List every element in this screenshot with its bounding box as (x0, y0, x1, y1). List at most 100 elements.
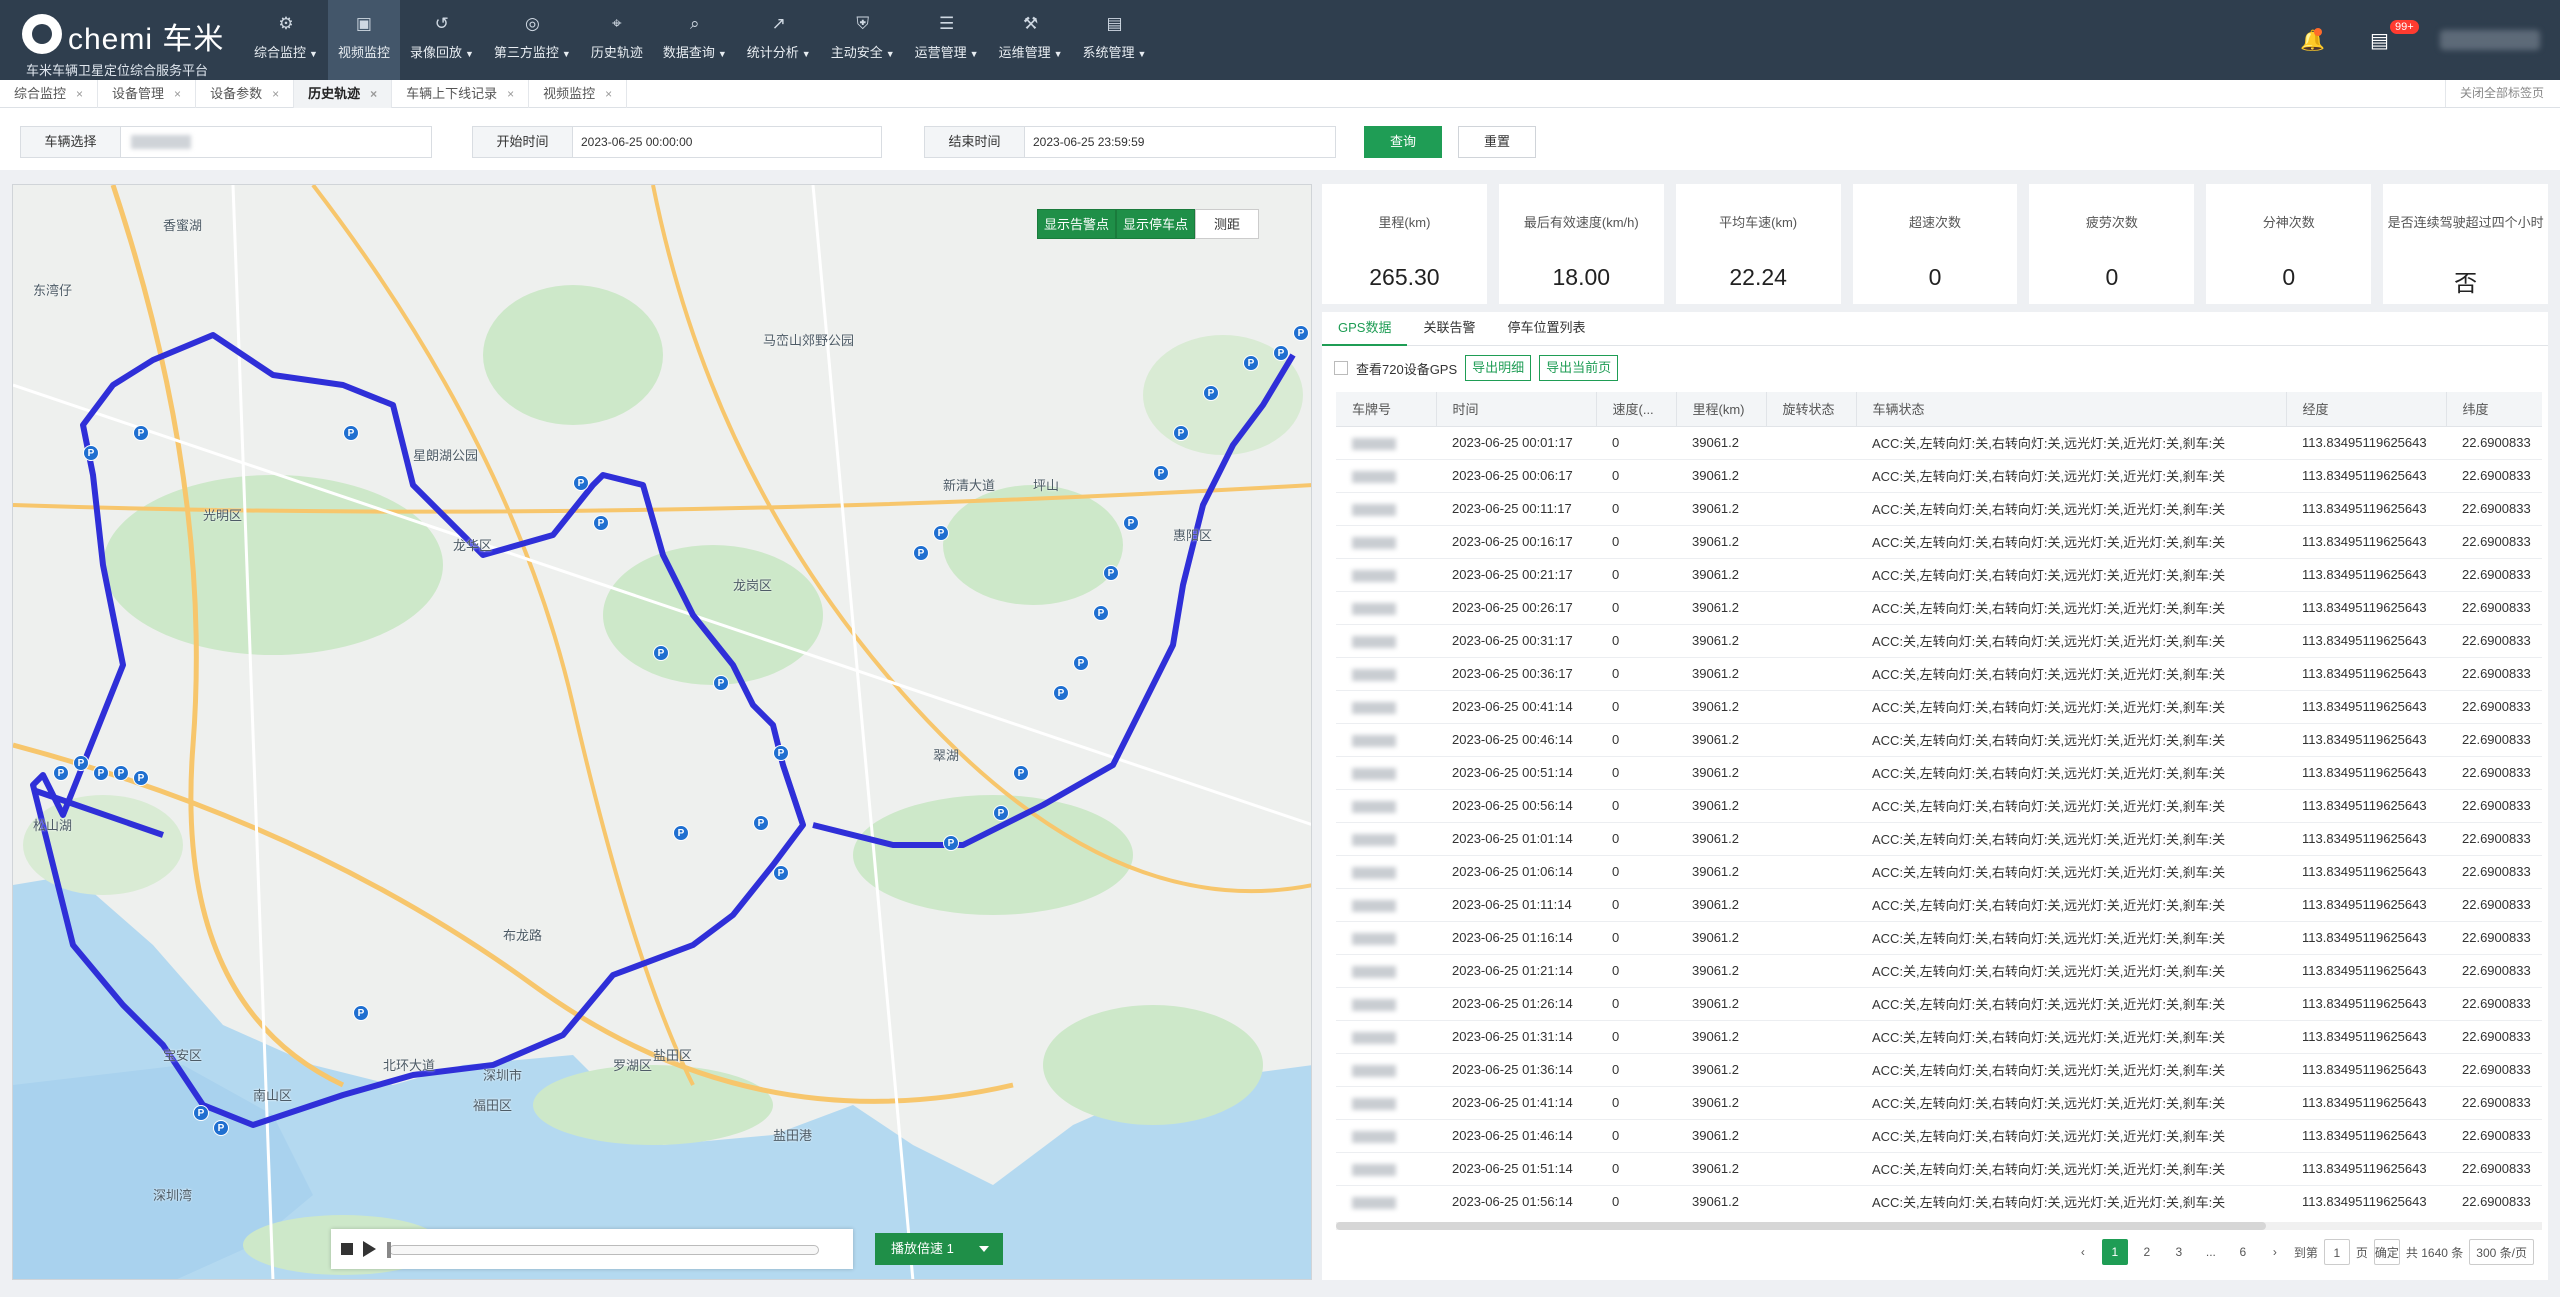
page-tab[interactable]: 设备管理 × (98, 80, 197, 108)
parking-marker-icon[interactable]: P (343, 425, 359, 441)
table-row[interactable]: 2023-06-25 00:11:17 0 39061.2 ACC:关,左转向灯:关,… (1336, 492, 2542, 526)
parking-marker-icon[interactable]: P (673, 825, 689, 841)
parking-marker-icon[interactable]: P (593, 515, 609, 531)
table-row[interactable]: 2023-06-25 00:46:14 0 39061.2 ACC:关,左转向灯:关,… (1336, 723, 2542, 757)
parking-marker-icon[interactable]: P (93, 765, 109, 781)
stop-icon[interactable] (341, 1243, 353, 1255)
nav-item[interactable]: ▤ 系统管理 ▼ (1073, 0, 1157, 80)
page-number[interactable]: ... (2198, 1239, 2224, 1265)
close-icon[interactable]: × (605, 87, 612, 101)
parking-marker-icon[interactable]: P (133, 425, 149, 441)
table-row[interactable]: 2023-06-25 00:16:17 0 39061.2 ACC:关,左转向灯:关,… (1336, 525, 2542, 559)
parking-marker-icon[interactable]: P (1243, 355, 1259, 371)
column-header[interactable]: 经度 (2286, 392, 2447, 427)
table-row[interactable]: 2023-06-25 01:06:14 0 39061.2 ACC:关,左转向灯:关,… (1336, 855, 2542, 889)
scrollbar-thumb[interactable] (1336, 1222, 2266, 1230)
show-parking-button[interactable]: 显示停车点 (1115, 209, 1195, 239)
start-time-value[interactable]: 2023-06-25 00:00:00 (573, 135, 700, 149)
table-row[interactable]: 2023-06-25 01:16:14 0 39061.2 ACC:关,左转向灯:关,… (1336, 921, 2542, 955)
nav-item[interactable]: ⌖ 历史轨迹 (581, 0, 653, 80)
page-tab[interactable]: 综合监控 × (0, 80, 99, 108)
column-header[interactable]: 时间 (1436, 392, 1597, 427)
parking-marker-icon[interactable]: P (53, 765, 69, 781)
table-row[interactable]: 2023-06-25 00:56:14 0 39061.2 ACC:关,左转向灯:关,… (1336, 789, 2542, 823)
vehicle-select[interactable]: 车辆选择 (20, 126, 432, 158)
close-icon[interactable]: × (370, 87, 377, 101)
nav-item[interactable]: ↗ 统计分析 ▼ (737, 0, 821, 80)
column-header[interactable]: 车辆状态 (1856, 392, 2287, 427)
parking-marker-icon[interactable]: P (1293, 325, 1309, 341)
measure-button[interactable]: 测距 (1194, 209, 1259, 239)
play-icon[interactable] (363, 1241, 376, 1257)
column-header[interactable]: 旋转状态 (1766, 392, 1857, 427)
nav-item[interactable]: ⛨ 主动安全 ▼ (821, 0, 905, 80)
parking-marker-icon[interactable]: P (773, 745, 789, 761)
table-row[interactable]: 2023-06-25 00:31:17 0 39061.2 ACC:关,左转向灯:关,… (1336, 624, 2542, 658)
table-row[interactable]: 2023-06-25 00:06:17 0 39061.2 ACC:关,左转向灯:关,… (1336, 459, 2542, 493)
track-map[interactable]: 香蜜湖 东湾仔 星朗湖公园 马峦山郊野公园 宝安区 南山区 福田区 深圳市 罗湖区 龙岗区 龙华区 光… (12, 184, 1312, 1280)
table-row[interactable]: 2023-06-25 01:46:14 0 39061.2 ACC:关,左转向灯:关,… (1336, 1119, 2542, 1153)
table-row[interactable]: 2023-06-25 01:26:14 0 39061.2 ACC:关,左转向灯:关,… (1336, 987, 2542, 1021)
page-tab[interactable]: 历史轨迹 × (294, 80, 393, 108)
table-row[interactable]: 2023-06-25 01:41:14 0 39061.2 ACC:关,左转向灯:关,… (1336, 1086, 2542, 1120)
nav-item[interactable]: ⌕ 数据查询 ▼ (653, 0, 737, 80)
playback-speed-select[interactable]: 播放倍速 1 (875, 1233, 1003, 1265)
parking-marker-icon[interactable]: P (1013, 765, 1029, 781)
panel-tab[interactable]: GPS数据 (1322, 312, 1408, 346)
close-icon[interactable]: × (76, 87, 83, 101)
nav-item[interactable]: ↺ 录像回放 ▼ (400, 0, 484, 80)
panel-tab[interactable]: 停车位置列表 (1491, 312, 1601, 346)
table-row[interactable]: 2023-06-25 00:01:17 0 39061.2 ACC:关,左转向灯:关,… (1336, 426, 2542, 460)
export-detail-button[interactable]: 导出明细 (1465, 355, 1532, 381)
nav-item[interactable]: ☰ 运营管理 ▼ (905, 0, 989, 80)
close-all-tabs-button[interactable]: 关闭全部标签页 (2444, 80, 2544, 107)
parking-marker-icon[interactable]: P (1173, 425, 1189, 441)
table-row[interactable]: 2023-06-25 00:26:17 0 39061.2 ACC:关,左转向灯:关,… (1336, 591, 2542, 625)
parking-marker-icon[interactable]: P (993, 805, 1009, 821)
panel-tab[interactable]: 关联告警 (1407, 312, 1491, 346)
user-account[interactable] (2440, 30, 2540, 50)
page-tab[interactable]: 车辆上下线记录 × (392, 80, 530, 108)
table-row[interactable]: 2023-06-25 00:36:17 0 39061.2 ACC:关,左转向灯:关,… (1336, 657, 2542, 691)
parking-marker-icon[interactable]: P (753, 815, 769, 831)
parking-marker-icon[interactable]: P (83, 445, 99, 461)
end-time-field[interactable]: 结束时间 2023-06-25 23:59:59 (924, 126, 1336, 158)
column-header[interactable]: 速度(... (1596, 392, 1677, 427)
page-tab[interactable]: 设备参数 × (196, 80, 295, 108)
progress-knob[interactable] (387, 1242, 391, 1258)
parking-marker-icon[interactable]: P (1153, 465, 1169, 481)
parking-marker-icon[interactable]: P (573, 475, 589, 491)
parking-marker-icon[interactable]: P (1123, 515, 1139, 531)
table-row[interactable]: 2023-06-25 00:51:14 0 39061.2 ACC:关,左转向灯:关,… (1336, 756, 2542, 790)
column-header[interactable]: 里程(km) (1676, 392, 1767, 427)
nav-item[interactable]: ▣ 视频监控 (327, 0, 400, 80)
parking-marker-icon[interactable]: P (213, 1120, 229, 1136)
parking-marker-icon[interactable]: P (73, 755, 89, 771)
parking-marker-icon[interactable]: P (193, 1105, 209, 1121)
page-tab[interactable]: 视频监控 × (529, 80, 628, 108)
page-number[interactable]: 2 (2134, 1239, 2160, 1265)
page-number[interactable]: 1 (2101, 1239, 2128, 1265)
goto-input[interactable]: 1 (2323, 1239, 2350, 1265)
table-row[interactable]: 2023-06-25 01:21:14 0 39061.2 ACC:关,左转向灯:关,… (1336, 954, 2542, 988)
playback-progress[interactable] (387, 1242, 819, 1258)
nav-item[interactable]: ⚙ 综合监控 ▼ (244, 0, 328, 80)
parking-marker-icon[interactable]: P (943, 835, 959, 851)
close-icon[interactable]: × (174, 87, 181, 101)
parking-marker-icon[interactable]: P (1053, 685, 1069, 701)
chevron-right-icon[interactable]: › (2262, 1239, 2288, 1265)
parking-marker-icon[interactable]: P (113, 765, 129, 781)
app-logo[interactable]: chemi 车米 车米车辆卫星定位综合服务平台 (22, 12, 262, 78)
page-size-select[interactable]: 300 条/页 (2469, 1239, 2534, 1265)
table-row[interactable]: 2023-06-25 01:11:14 0 39061.2 ACC:关,左转向灯:关,… (1336, 888, 2542, 922)
page-number[interactable]: 3 (2166, 1239, 2192, 1265)
parking-marker-icon[interactable]: P (1203, 385, 1219, 401)
parking-marker-icon[interactable]: P (1273, 345, 1289, 361)
parking-marker-icon[interactable]: P (913, 545, 929, 561)
reset-button[interactable]: 重置 (1458, 126, 1536, 158)
table-row[interactable]: 2023-06-25 01:01:14 0 39061.2 ACC:关,左转向灯:关,… (1336, 822, 2542, 856)
show-alarm-button[interactable]: 显示告警点 (1036, 209, 1116, 239)
close-icon[interactable]: × (507, 87, 514, 101)
parking-marker-icon[interactable]: P (133, 770, 149, 786)
table-row[interactable]: 2023-06-25 01:31:14 0 39061.2 ACC:关,左转向灯:关,… (1336, 1020, 2542, 1054)
